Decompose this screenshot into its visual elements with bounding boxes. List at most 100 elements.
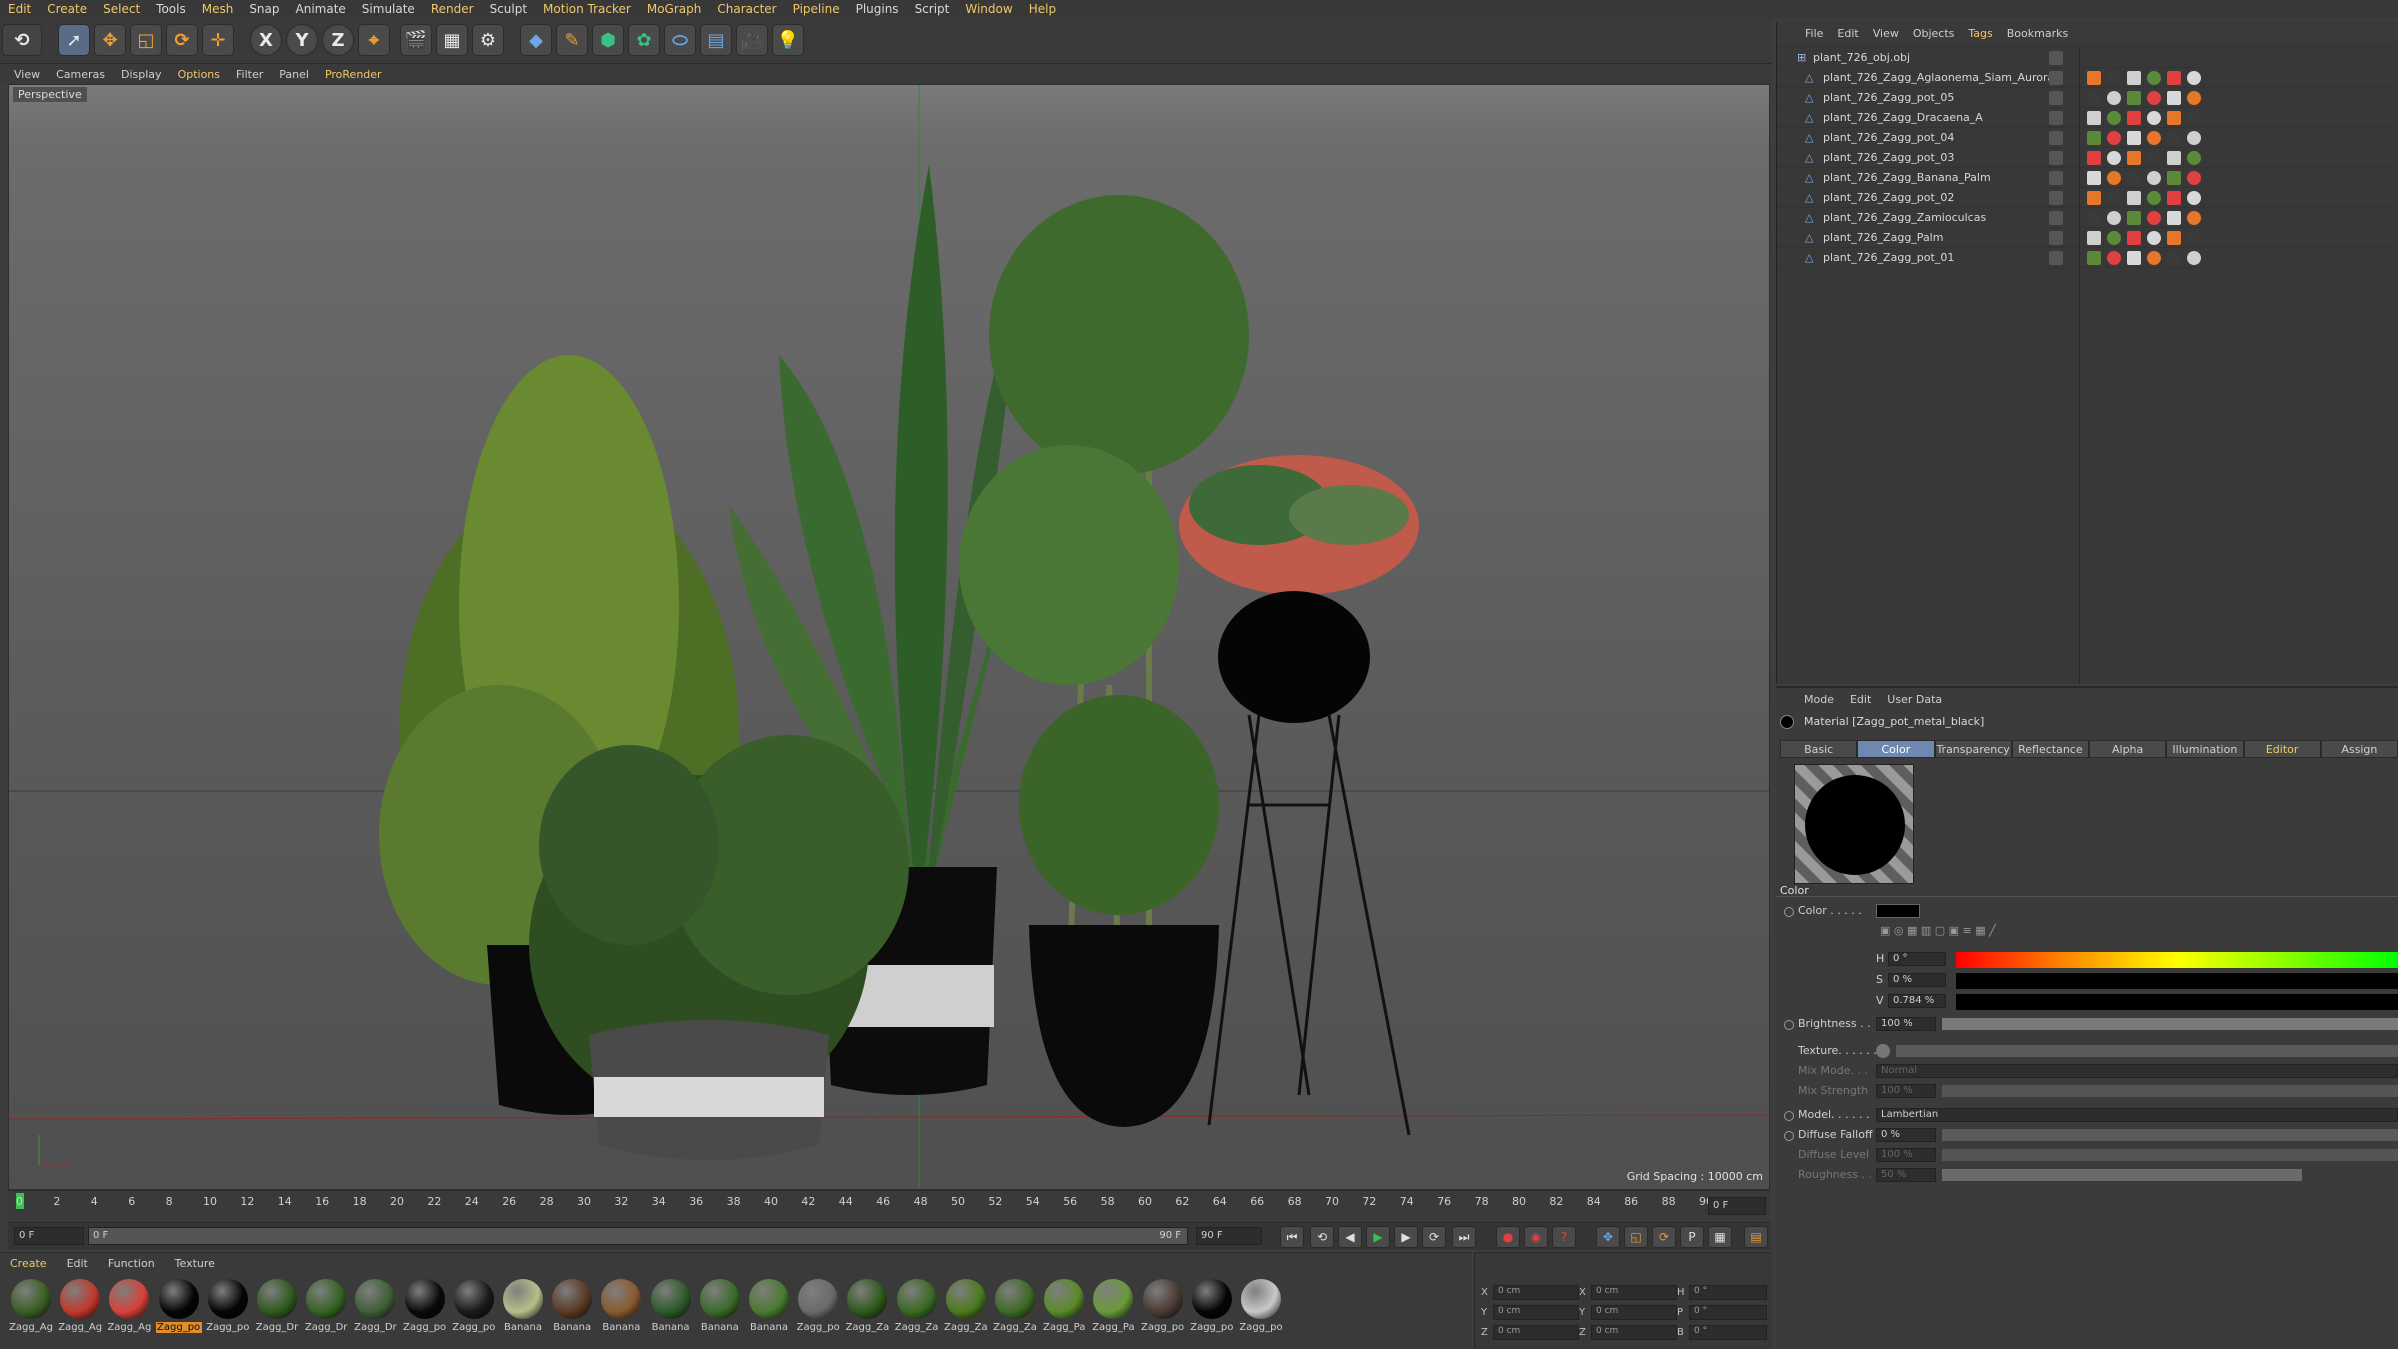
visibility-toggle[interactable]	[2049, 191, 2063, 205]
viewport-menu-panel[interactable]: Panel	[279, 68, 309, 81]
material-tag-icon[interactable]	[2107, 171, 2121, 185]
y-axis-toggle[interactable]: Y	[286, 24, 318, 56]
material-tag-icon[interactable]	[2187, 91, 2201, 105]
menu-render[interactable]: Render	[423, 2, 482, 16]
render-settings-icon[interactable]: ⚙	[472, 24, 504, 56]
material-thumbnail[interactable]: Zagg_Pa	[1041, 1279, 1087, 1341]
texture-tag-icon[interactable]	[2087, 131, 2101, 145]
viewport-menu-options[interactable]: Options	[178, 68, 220, 81]
hue-slider[interactable]	[1956, 952, 2398, 968]
material-thumbnail[interactable]: Zagg_Pa	[1090, 1279, 1136, 1341]
diffuse-falloff-field[interactable]: 0 %	[1876, 1128, 1936, 1142]
menu-simulate[interactable]: Simulate	[354, 2, 423, 16]
material-tag-icon[interactable]	[2147, 131, 2161, 145]
menu-tools[interactable]: Tools	[148, 2, 194, 16]
material-tag-icon[interactable]	[2147, 71, 2161, 85]
key-pla-button[interactable]: ▦	[1708, 1226, 1732, 1248]
tab-color[interactable]: Color	[1857, 740, 1935, 758]
texture-tag-icon[interactable]	[2127, 251, 2141, 265]
position-y-field[interactable]: 0 cm	[1493, 1305, 1579, 1320]
material-tag-icon[interactable]	[2147, 251, 2161, 265]
tab-reflectance[interactable]: Reflectance	[2011, 740, 2089, 758]
menu-pipeline[interactable]: Pipeline	[785, 2, 848, 16]
object-row-root[interactable]: ⊞ plant_726_obj.obj	[1777, 48, 2398, 68]
texture-tag-icon[interactable]	[2087, 71, 2101, 85]
material-thumbnail[interactable]: Zagg_Ag	[8, 1279, 54, 1341]
value-slider[interactable]	[1956, 994, 2398, 1010]
brightness-radio[interactable]	[1784, 1020, 1794, 1030]
attribute-menu-mode[interactable]: Mode	[1804, 693, 1834, 706]
texture-tag-icon[interactable]	[2087, 151, 2101, 165]
roughness-slider[interactable]	[1942, 1169, 2302, 1181]
material-tag-icon[interactable]	[2107, 131, 2121, 145]
material-tag-icon[interactable]	[2187, 171, 2201, 185]
live-selection-tool[interactable]: ➚	[58, 24, 90, 56]
material-thumbnail[interactable]: Zagg_po	[155, 1279, 202, 1341]
value-field[interactable]: 0.784 %	[1888, 994, 1946, 1008]
visibility-toggle[interactable]	[2049, 131, 2063, 145]
visibility-toggle[interactable]	[2049, 211, 2063, 225]
brightness-slider[interactable]	[1942, 1018, 2398, 1030]
material-thumbnail[interactable]: Zagg_po	[1238, 1279, 1284, 1341]
rotate-tool[interactable]: ⟳	[166, 24, 198, 56]
object-row[interactable]: △ plant_726_Zagg_pot_02	[1777, 188, 2398, 208]
object-row[interactable]: △ plant_726_Zagg_Zamioculcas	[1777, 208, 2398, 228]
light-icon[interactable]: 💡	[772, 24, 804, 56]
texture-tag-icon[interactable]	[2127, 131, 2141, 145]
menu-plugins[interactable]: Plugins	[848, 2, 907, 16]
model-dropdown[interactable]: Lambertian	[1876, 1108, 2398, 1122]
color-picker-mode-icons[interactable]: ▣ ◎ ▦ ▥ ▢ ▣ ≡ ▦ ╱	[1880, 924, 2180, 940]
material-tag-icon[interactable]	[2147, 111, 2161, 125]
brightness-field[interactable]: 100 %	[1876, 1017, 1936, 1031]
next-key-button[interactable]: ⟳	[1422, 1226, 1446, 1248]
texture-tag-icon[interactable]	[2167, 131, 2181, 145]
rotation-p-field[interactable]: 0 °	[1689, 1305, 1767, 1320]
object-menu-tags[interactable]: Tags	[1968, 27, 1992, 40]
object-menu-bookmarks[interactable]: Bookmarks	[2007, 27, 2068, 40]
material-thumbnail[interactable]: Zagg_po	[205, 1279, 251, 1341]
texture-tag-icon[interactable]	[2087, 231, 2101, 245]
material-tag-icon[interactable]	[2187, 191, 2201, 205]
menu-select[interactable]: Select	[95, 2, 148, 16]
viewport-menu-cameras[interactable]: Cameras	[56, 68, 105, 81]
material-thumbnail[interactable]: Zagg_Dr	[254, 1279, 300, 1341]
material-tag-icon[interactable]	[2107, 231, 2121, 245]
material-menu-create[interactable]: Create	[10, 1257, 47, 1270]
camera-icon[interactable]: 🎥	[736, 24, 768, 56]
tab-basic[interactable]: Basic	[1780, 740, 1858, 758]
attribute-menu-edit[interactable]: Edit	[1850, 693, 1871, 706]
viewport-menu-view[interactable]: View	[14, 68, 40, 81]
model-radio[interactable]	[1784, 1111, 1794, 1121]
menu-motion-tracker[interactable]: Motion Tracker	[535, 2, 639, 16]
material-tag-icon[interactable]	[2187, 211, 2201, 225]
texture-tag-icon[interactable]	[2087, 91, 2101, 105]
material-tag-icon[interactable]	[2147, 191, 2161, 205]
material-thumbnail[interactable]: Zagg_Dr	[303, 1279, 349, 1341]
object-menu-view[interactable]: View	[1873, 27, 1899, 40]
material-thumbnail[interactable]: Banana	[746, 1279, 792, 1341]
material-tag-icon[interactable]	[2107, 191, 2121, 205]
texture-tag-icon[interactable]	[2127, 151, 2141, 165]
visibility-toggle[interactable]	[2049, 231, 2063, 245]
material-thumbnail[interactable]: Zagg_Ag	[106, 1279, 152, 1341]
cube-icon[interactable]: ◆	[520, 24, 552, 56]
subdivision-icon[interactable]: ⬢	[592, 24, 624, 56]
material-tag-icon[interactable]	[2107, 91, 2121, 105]
menu-window[interactable]: Window	[957, 2, 1020, 16]
timeline-end-field[interactable]: 0 F	[1708, 1197, 1766, 1215]
menu-mesh[interactable]: Mesh	[194, 2, 242, 16]
material-tag-icon[interactable]	[2187, 231, 2201, 245]
texture-tag-icon[interactable]	[2087, 171, 2101, 185]
material-thumbnail[interactable]: Zagg_Za	[943, 1279, 989, 1341]
play-button[interactable]: ▶	[1366, 1226, 1390, 1248]
material-tag-icon[interactable]	[2107, 71, 2121, 85]
menu-character[interactable]: Character	[709, 2, 784, 16]
timeline-ruler[interactable]: 0 2 4 6 8 10 12 14 16 18 20 22 24 26 28 30 32 34 36 38 40 42 4…	[8, 1190, 1770, 1222]
menu-sculpt[interactable]: Sculpt	[482, 2, 535, 16]
material-tag-icon[interactable]	[2107, 251, 2121, 265]
rotation-b-field[interactable]: 0 °	[1689, 1325, 1767, 1340]
material-menu-texture[interactable]: Texture	[175, 1257, 215, 1270]
visibility-toggle[interactable]	[2049, 71, 2063, 85]
mix-mode-dropdown[interactable]: Normal	[1876, 1064, 2398, 1078]
material-thumbnail[interactable]: Banana	[549, 1279, 595, 1341]
